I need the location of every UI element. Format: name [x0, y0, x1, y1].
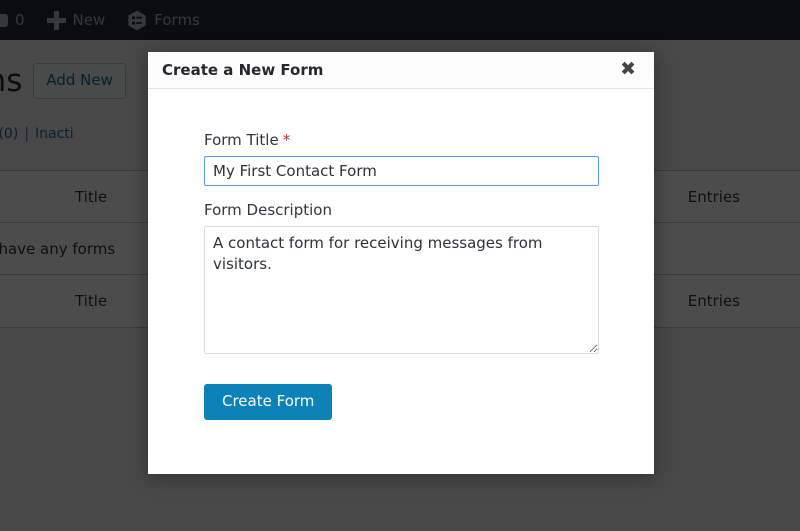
create-form-modal: Create a New Form ✖ Form Title* Form Des… [148, 52, 654, 474]
field-form-title: Form Title* [204, 131, 598, 186]
form-title-label: Form Title* [204, 131, 598, 149]
close-x-icon[interactable]: ✖ [618, 58, 638, 83]
form-description-label: Form Description [204, 201, 598, 219]
required-asterisk: * [283, 131, 291, 149]
create-form-button[interactable]: Create Form [204, 384, 332, 420]
form-description-textarea[interactable]: A contact form for receiving messages fr… [204, 226, 599, 354]
modal-body: Form Title* Form Description A contact f… [148, 89, 654, 474]
form-title-input[interactable] [204, 156, 599, 186]
form-title-label-text: Form Title [204, 131, 279, 149]
modal-header: Create a New Form ✖ [148, 52, 654, 89]
field-form-description: Form Description A contact form for rece… [204, 201, 598, 354]
modal-title: Create a New Form [162, 61, 323, 79]
